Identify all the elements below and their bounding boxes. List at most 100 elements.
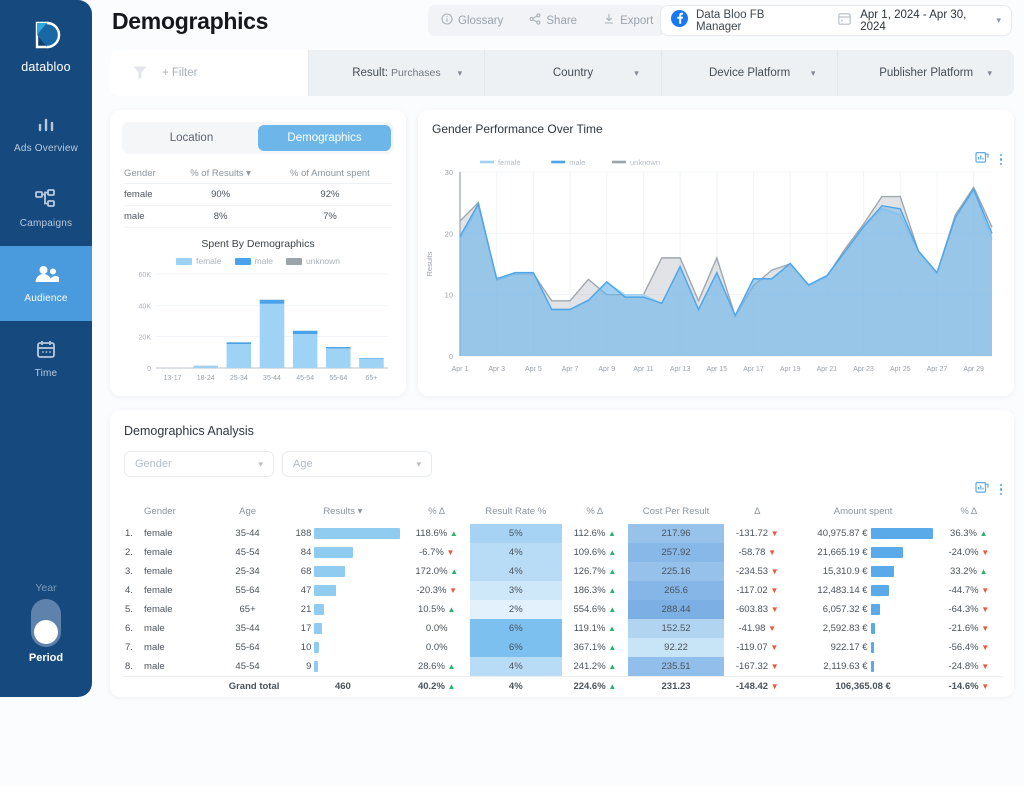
filter-country[interactable]: Country ▾ [485, 50, 662, 96]
sort-caret-icon[interactable]: ▾ [246, 168, 251, 179]
glossary-button[interactable]: Glossary [428, 5, 516, 36]
kebab-menu-icon[interactable] [999, 483, 1002, 496]
sort-caret-icon[interactable]: ▾ [358, 506, 363, 517]
chevron-down-icon[interactable]: ▾ [458, 68, 463, 79]
logo[interactable]: databloo [21, 14, 71, 74]
col-result-rate: Result Rate % [485, 506, 547, 517]
trend-up-icon: ▲ [608, 548, 617, 557]
cell-rate-delta: 554.6% ▲ [573, 604, 617, 615]
col-results[interactable]: Results ▾ [282, 502, 403, 524]
trend-up-icon: ▲ [449, 529, 458, 538]
cell-results: 10 [282, 638, 403, 657]
cell-cpr-delta: -234.53 ▼ [735, 566, 779, 577]
filter-country-label: Country [552, 67, 594, 79]
svg-text:20K: 20K [139, 335, 152, 342]
table-row[interactable]: 1. female 35-44 188 118.6% ▲ 5% 112.6% ▲ 217.96… [122, 524, 1002, 543]
svg-text:Apr 3: Apr 3 [488, 366, 505, 373]
cell-age: 45-54 [235, 661, 260, 672]
col-gender: Gender [144, 506, 176, 517]
sidebar-item-audience[interactable]: Audience [0, 246, 92, 321]
cell-results-delta: 0.0% [425, 642, 448, 653]
trend-up-icon: ▲ [447, 681, 456, 691]
sidebar-item-campaigns[interactable]: Campaigns [0, 171, 92, 246]
cell-results: 21 [282, 600, 403, 619]
add-filter-button[interactable]: + Filter [110, 50, 309, 96]
trend-down-icon: ▼ [981, 643, 990, 652]
analysis-filters: Gender ▾ Age ▾ [124, 451, 432, 477]
cell-index: 4. [125, 585, 133, 596]
cell-cost-per-result: 217.96 [628, 524, 724, 543]
chevron-down-icon[interactable]: ▾ [258, 459, 263, 470]
sidebar-label: Ads Overview [13, 142, 79, 154]
year-period-toggle[interactable]: Year Period [0, 582, 92, 664]
cell-age: 45-54 [235, 547, 260, 558]
table-row[interactable]: 4. female 55-64 47 -20.3% ▼ 3% 186.3% ▲ 265.6 -1… [122, 581, 1002, 600]
col-pct-results[interactable]: % of Results ▾ [173, 164, 268, 184]
export-button[interactable]: Export [590, 5, 666, 36]
table-row[interactable]: 2. female 45-54 84 -6.7% ▼ 4% 109.6% ▲ 257.92 -5… [122, 543, 1002, 562]
tab-location[interactable]: Location [125, 125, 258, 151]
chevron-down-icon[interactable]: ▾ [996, 15, 1001, 26]
cell-index: 6. [125, 623, 133, 634]
cell-amount-delta: -24.8% ▼ [948, 661, 990, 672]
trend-down-icon: ▼ [981, 548, 990, 557]
sidebar-item-time[interactable]: Time [0, 321, 92, 396]
cell-gender: male [144, 623, 165, 634]
svg-text:35-44: 35-44 [263, 375, 281, 382]
chevron-down-icon[interactable]: ▾ [634, 68, 639, 79]
table-row[interactable]: 6. male 35-44 17 0.0% 6% 119.1% ▲ 152.52 -41.98… [122, 619, 1002, 638]
share-icon [529, 13, 541, 28]
trend-down-icon: ▼ [768, 624, 776, 633]
trend-down-icon: ▼ [770, 586, 779, 595]
tab-demographics[interactable]: Demographics [258, 125, 391, 151]
chevron-down-icon[interactable]: ▾ [811, 68, 816, 79]
gender-select[interactable]: Gender ▾ [124, 451, 274, 477]
toggle-knob[interactable] [34, 620, 58, 644]
sidebar-label: Time [34, 367, 58, 379]
chart-export-icon[interactable] [974, 480, 989, 499]
trend-down-icon: ▼ [449, 586, 458, 595]
toggle-track[interactable] [31, 599, 61, 647]
trend-down-icon: ▼ [770, 529, 779, 538]
sidebar-item-ads-overview[interactable]: Ads Overview [0, 96, 92, 171]
share-button[interactable]: Share [516, 5, 590, 36]
svg-text:Apr 17: Apr 17 [743, 366, 764, 373]
table-row[interactable]: 8. male 45-54 9 28.6% ▲ 4% 241.2% ▲ 235.51 -167.… [122, 657, 1002, 677]
chevron-down-icon[interactable]: ▾ [987, 68, 992, 79]
svg-text:Apr 27: Apr 27 [927, 366, 948, 373]
table-row: male 8% 7% [124, 205, 392, 228]
filter-result[interactable]: Result: Purchases ▾ [309, 50, 486, 96]
svg-text:Apr 13: Apr 13 [670, 366, 691, 373]
cell-gender: male [144, 661, 165, 672]
filter-publisher-platform[interactable]: Publisher Platform ▾ [838, 50, 1014, 96]
gender-select-placeholder: Gender [135, 458, 172, 470]
svg-text:45-54: 45-54 [296, 375, 314, 382]
cell-index: 2. [125, 547, 133, 558]
cell-pct-amount: 7% [267, 205, 392, 228]
trend-up-icon: ▲ [447, 605, 456, 614]
cell-gender: female [144, 585, 173, 596]
age-select-placeholder: Age [293, 458, 313, 470]
trend-down-icon: ▼ [981, 662, 990, 671]
trend-up-icon: ▲ [608, 681, 617, 691]
trend-down-icon: ▼ [770, 662, 779, 671]
chevron-down-icon[interactable]: ▾ [416, 459, 421, 470]
date-range-value: Apr 1, 2024 - Apr 30, 2024 [860, 8, 967, 33]
table-row[interactable]: 7. male 55-64 10 0.0% 6% 367.1% ▲ 92.22 -119.07… [122, 638, 1002, 657]
trend-down-icon: ▼ [770, 681, 779, 691]
table-row[interactable]: 3. female 25-34 68 172.0% ▲ 4% 126.7% ▲ 225.16-… [122, 562, 1002, 581]
svg-text:13-17: 13-17 [164, 375, 182, 382]
bar-chart-icon [34, 114, 58, 136]
trend-down-icon: ▼ [981, 624, 990, 633]
cell-results: 17 [282, 619, 403, 638]
cell-amount-delta: -44.7% ▼ [948, 585, 990, 596]
svg-text:Apr 23: Apr 23 [853, 366, 874, 373]
svg-text:20: 20 [445, 229, 453, 238]
filter-device-platform[interactable]: Device Platform ▾ [662, 50, 839, 96]
trend-up-icon: ▲ [608, 662, 617, 671]
svg-text:18-24: 18-24 [197, 375, 215, 382]
account-date-bar[interactable]: Data Bloo FB Manager Apr 1, 2024 - Apr 3… [660, 5, 1012, 36]
table-row[interactable]: 5. female 65+ 21 10.5% ▲ 2% 554.6% ▲ 288.44 -603… [122, 600, 1002, 619]
age-select[interactable]: Age ▾ [282, 451, 432, 477]
svg-text:10: 10 [445, 291, 453, 300]
